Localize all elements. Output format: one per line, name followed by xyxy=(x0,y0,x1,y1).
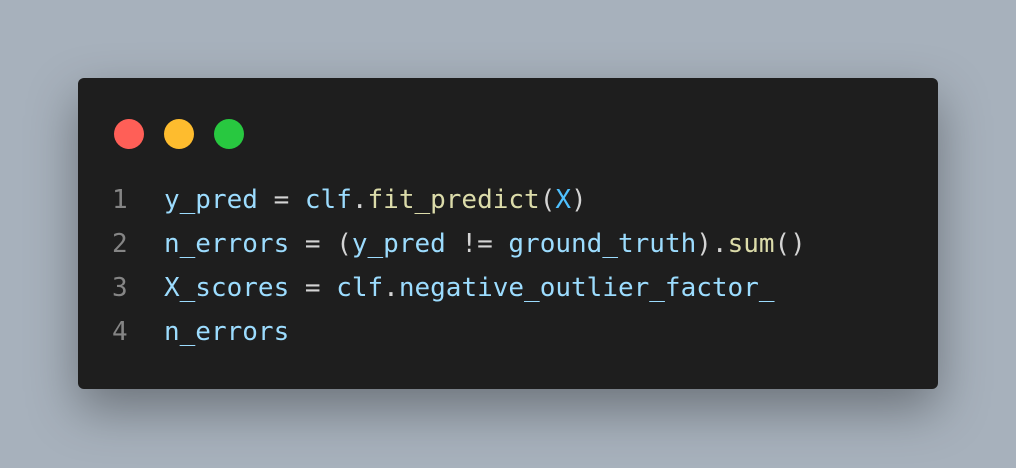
code-token: clf xyxy=(336,273,384,303)
code-token: != xyxy=(445,229,509,259)
line-number: 4 xyxy=(112,317,128,347)
code-token: ( xyxy=(539,185,556,215)
close-button[interactable] xyxy=(114,119,144,149)
code-block: 1 y_pred = clf.fit_predict(X) 2 n_errors = … xyxy=(112,178,806,354)
code-token: . xyxy=(351,185,368,215)
code-line: 2 n_errors = (y_pred != ground_truth).sum… xyxy=(112,222,806,266)
code-token: n_errors xyxy=(164,317,290,347)
line-number: 3 xyxy=(112,273,128,303)
code-token: ). xyxy=(696,229,728,259)
code-token: y_pred xyxy=(164,185,258,215)
code-line: 4 n_errors xyxy=(112,310,806,354)
code-line: 1 y_pred = clf.fit_predict(X) xyxy=(112,178,806,222)
code-token: clf xyxy=(304,185,352,215)
code-token: sum xyxy=(727,229,775,259)
code-line: 3 X_scores = clf.negative_outlier_factor_ xyxy=(112,266,806,310)
code-token: . xyxy=(383,273,399,303)
code-token: ) xyxy=(571,185,587,215)
code-window: 1 y_pred = clf.fit_predict(X) 2 n_errors = … xyxy=(78,78,938,389)
code-token: X_scores xyxy=(164,273,290,303)
code-token: () xyxy=(774,229,806,259)
window-controls xyxy=(114,119,244,149)
code-token: = xyxy=(289,273,337,303)
code-token: = ( xyxy=(289,229,352,259)
code-token: negative_outlier_factor_ xyxy=(398,273,775,303)
code-token: X xyxy=(555,185,572,215)
minimize-button[interactable] xyxy=(164,119,194,149)
code-token: fit_predict xyxy=(367,185,540,215)
maximize-button[interactable] xyxy=(214,119,244,149)
code-token: n_errors xyxy=(164,229,290,259)
code-token: = xyxy=(257,185,305,215)
line-number: 2 xyxy=(112,229,128,259)
code-token: ground_truth xyxy=(508,229,697,259)
code-token: y_pred xyxy=(351,229,446,259)
line-number: 1 xyxy=(112,185,128,215)
